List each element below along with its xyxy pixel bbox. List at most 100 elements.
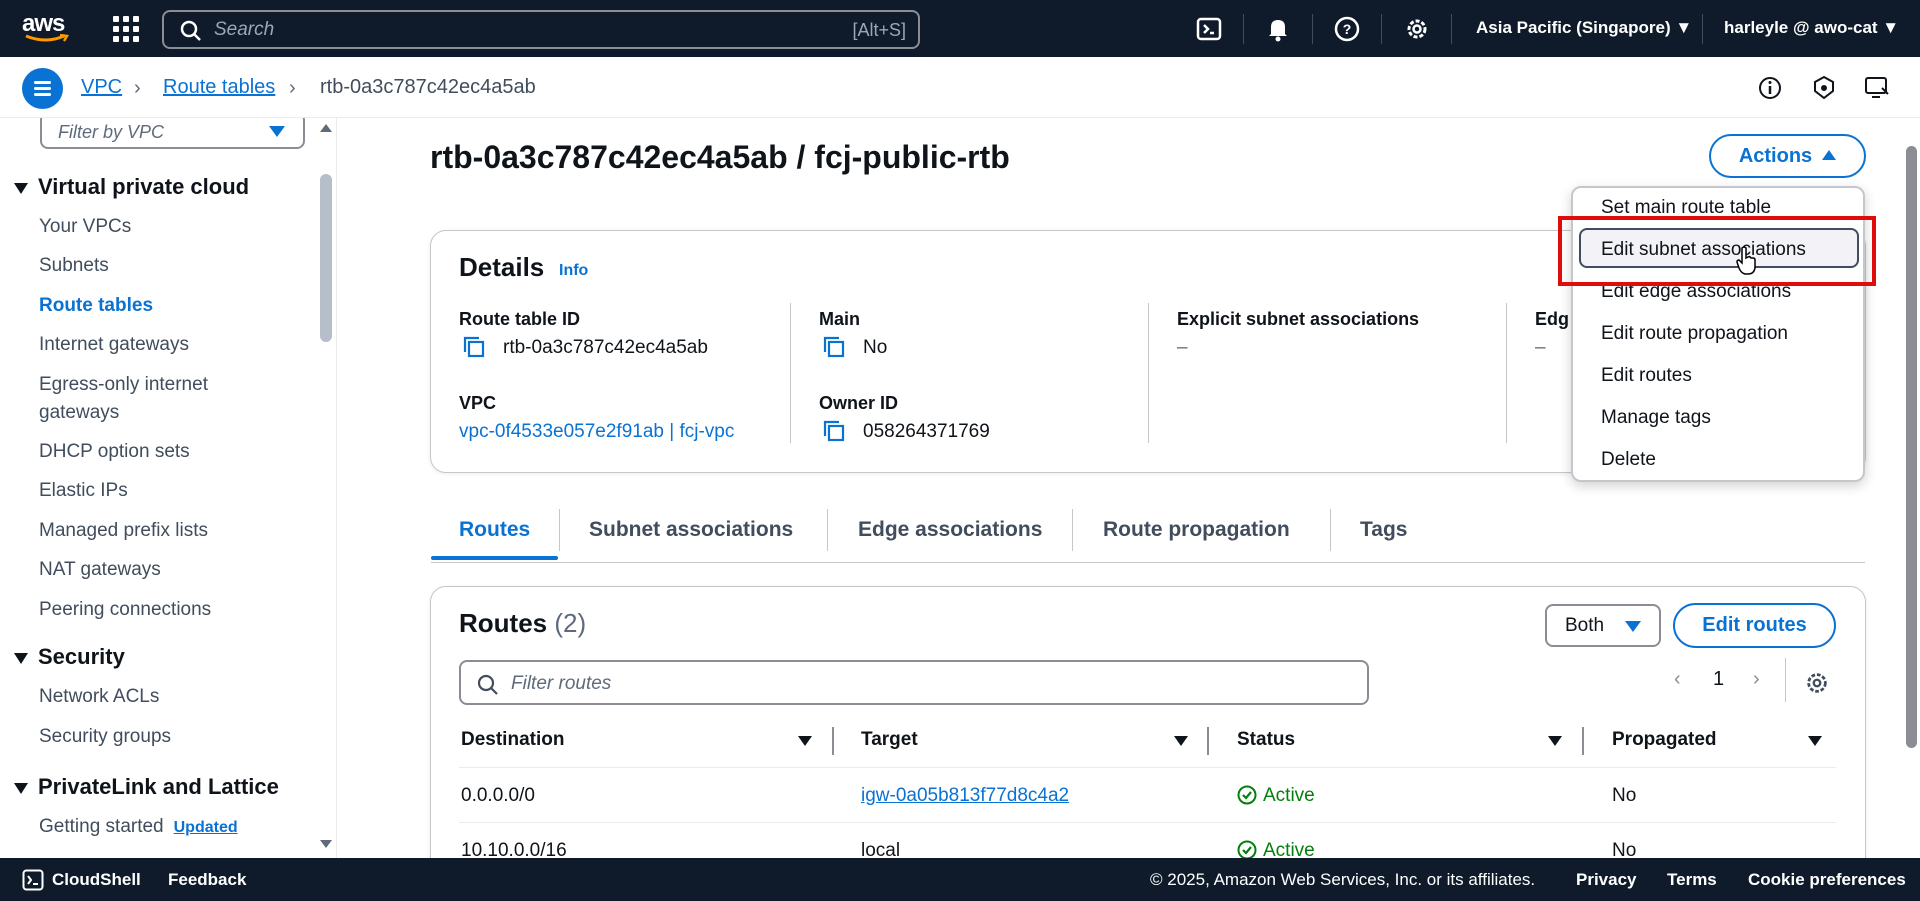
sidebar-item-egress-only-line1[interactable]: Egress-only internet (39, 371, 208, 399)
menu-item-edit-route-propagation[interactable]: Edit route propagation (1601, 323, 1788, 345)
account-menu[interactable]: harleyle @ awo-cat ▼ (1724, 18, 1899, 38)
search-icon (180, 20, 201, 41)
sort-icon[interactable] (1808, 736, 1822, 746)
both-label: Both (1565, 615, 1605, 636)
sidebar-item-security-groups[interactable]: Security groups (39, 723, 171, 751)
explicit-subnet-associations-value: – (1177, 337, 1188, 358)
sidebar-scrollbar[interactable] (320, 174, 332, 342)
cloudshell-icon[interactable] (22, 869, 44, 891)
sidebar-item-network-acls[interactable]: Network ACLs (39, 683, 159, 711)
menu-item-delete[interactable]: Delete (1601, 449, 1656, 471)
top-navigation: aws Search [Alt+S] ? Asia Pacific (Singa… (0, 0, 1920, 57)
sidebar-item-label: Getting started (39, 816, 164, 837)
sidebar-item-your-vpcs[interactable]: Your VPCs (39, 213, 131, 241)
sidebar-section-vpc[interactable]: Virtual private cloud (14, 174, 249, 200)
previous-page-icon[interactable]: ‹ (1674, 668, 1681, 691)
route-status: Active (1237, 785, 1315, 807)
column-header-propagated[interactable]: Propagated (1612, 729, 1717, 751)
search-input[interactable]: Search [Alt+S] (162, 10, 920, 49)
sidebar-item-dhcp-option-sets[interactable]: DHCP option sets (39, 438, 190, 466)
section-title: Virtual private cloud (38, 174, 250, 199)
sidebar-item-egress-only-line2[interactable]: gateways (39, 399, 119, 427)
footer-copyright: © 2025, Amazon Web Services, Inc. or its… (1150, 870, 1536, 889)
sidebar-section-security[interactable]: Security (14, 644, 125, 670)
vpc-link[interactable]: vpc-0f4533e057e2f91ab | fcj-vpc (459, 421, 734, 443)
help-icon[interactable]: ? (1333, 15, 1361, 43)
sidebar-item-subnets[interactable]: Subnets (39, 252, 109, 280)
feedback-display-icon[interactable] (1863, 74, 1891, 102)
main-label: Main (819, 309, 861, 329)
tab-subnet-associations[interactable]: Subnet associations (589, 518, 793, 542)
tab-route-propagation[interactable]: Route propagation (1103, 518, 1290, 542)
column-header-destination[interactable]: Destination (461, 729, 564, 751)
filter-routes-placeholder: Filter routes (511, 673, 612, 694)
footer-terms-link[interactable]: Terms (1667, 870, 1717, 890)
services-grid-icon[interactable] (113, 16, 139, 42)
sidebar-section-privatelink[interactable]: PrivateLink and Lattice (14, 774, 279, 800)
sidebar-item-getting-started[interactable]: Getting started Updated (39, 813, 238, 842)
sidebar-item-nat-gateways[interactable]: NAT gateways (39, 556, 161, 584)
footer: CloudShell Feedback © 2025, Amazon Web S… (0, 858, 1920, 901)
security-shield-icon[interactable] (1810, 74, 1838, 102)
breadcrumb-bar: VPC › Route tables › rtb-0a3c787c42ec4a5… (0, 57, 1920, 118)
sort-icon[interactable] (1174, 736, 1188, 746)
route-propagated: No (1612, 785, 1637, 806)
status-text: Active (1263, 785, 1315, 806)
scroll-up-arrow-icon[interactable] (320, 124, 332, 132)
filter-by-vpc-select[interactable]: Filter by VPC (40, 118, 305, 149)
main-scrollbar[interactable] (1903, 118, 1920, 858)
menu-item-manage-tags[interactable]: Manage tags (1601, 407, 1711, 429)
copy-icon[interactable] (822, 335, 846, 359)
notifications-bell-icon[interactable] (1264, 15, 1292, 43)
column-header-target[interactable]: Target (861, 729, 918, 751)
filter-vpc-placeholder: Filter by VPC (58, 122, 165, 142)
copy-icon[interactable] (462, 335, 486, 359)
route-target-link[interactable]: igw-0a05b813f77d8c4a2 (861, 785, 1069, 807)
page-number[interactable]: 1 (1713, 668, 1724, 691)
aws-logo[interactable]: aws (22, 10, 72, 44)
column-header-status[interactable]: Status (1237, 729, 1295, 751)
caret-down-icon (14, 782, 28, 794)
table-settings-gear-icon[interactable] (1804, 670, 1830, 696)
breadcrumb-current: rtb-0a3c787c42ec4a5ab (320, 76, 536, 98)
info-icon[interactable] (1756, 74, 1784, 102)
region-selector[interactable]: Asia Pacific (Singapore) ▼ (1476, 18, 1692, 38)
footer-cookie-preferences-link[interactable]: Cookie preferences (1748, 870, 1906, 890)
section-title: Security (38, 644, 125, 669)
footer-feedback-link[interactable]: Feedback (168, 870, 246, 890)
actions-button[interactable]: Actions (1709, 134, 1866, 178)
sidebar-item-managed-prefix-lists[interactable]: Managed prefix lists (39, 517, 208, 545)
route-filter-select[interactable]: Both (1545, 604, 1661, 647)
edge-associations-value: – (1535, 337, 1546, 358)
filter-routes-input[interactable]: Filter routes (459, 660, 1369, 705)
sidebar-item-route-tables[interactable]: Route tables (39, 292, 153, 320)
sort-icon[interactable] (1548, 736, 1562, 746)
sidebar-item-internet-gateways[interactable]: Internet gateways (39, 331, 189, 359)
copy-icon[interactable] (822, 419, 846, 443)
routes-title: Routes (2) (459, 608, 586, 639)
scroll-down-arrow-icon[interactable] (320, 840, 332, 848)
details-info-link[interactable]: Info (559, 262, 588, 280)
cloudshell-icon[interactable] (1195, 15, 1223, 43)
settings-gear-icon[interactable] (1403, 15, 1431, 43)
aws-logo-text: aws (22, 10, 65, 37)
svg-text:?: ? (1343, 21, 1352, 37)
sidebar-item-elastic-ips[interactable]: Elastic IPs (39, 477, 128, 505)
next-page-icon[interactable]: › (1753, 668, 1760, 691)
sort-icon[interactable] (798, 736, 812, 746)
details-title: Details (459, 252, 545, 282)
breadcrumb-vpc[interactable]: VPC (81, 76, 122, 99)
footer-privacy-link[interactable]: Privacy (1576, 870, 1637, 890)
tab-edge-associations[interactable]: Edge associations (858, 518, 1042, 542)
sidebar-item-peering-connections[interactable]: Peering connections (39, 596, 211, 624)
vpc-label: VPC (459, 393, 497, 413)
navigation-menu-button[interactable] (22, 68, 63, 109)
tab-routes[interactable]: Routes (459, 518, 530, 542)
breadcrumb-route-tables[interactable]: Route tables (163, 76, 275, 99)
route-table-id-value: rtb-0a3c787c42ec4a5ab (503, 337, 708, 358)
tab-tags[interactable]: Tags (1360, 518, 1407, 542)
footer-cloudshell-link[interactable]: CloudShell (52, 870, 141, 890)
edit-routes-button[interactable]: Edit routes (1673, 603, 1836, 648)
menu-item-edit-routes[interactable]: Edit routes (1601, 365, 1692, 387)
routes-title-text: Routes (459, 608, 548, 638)
